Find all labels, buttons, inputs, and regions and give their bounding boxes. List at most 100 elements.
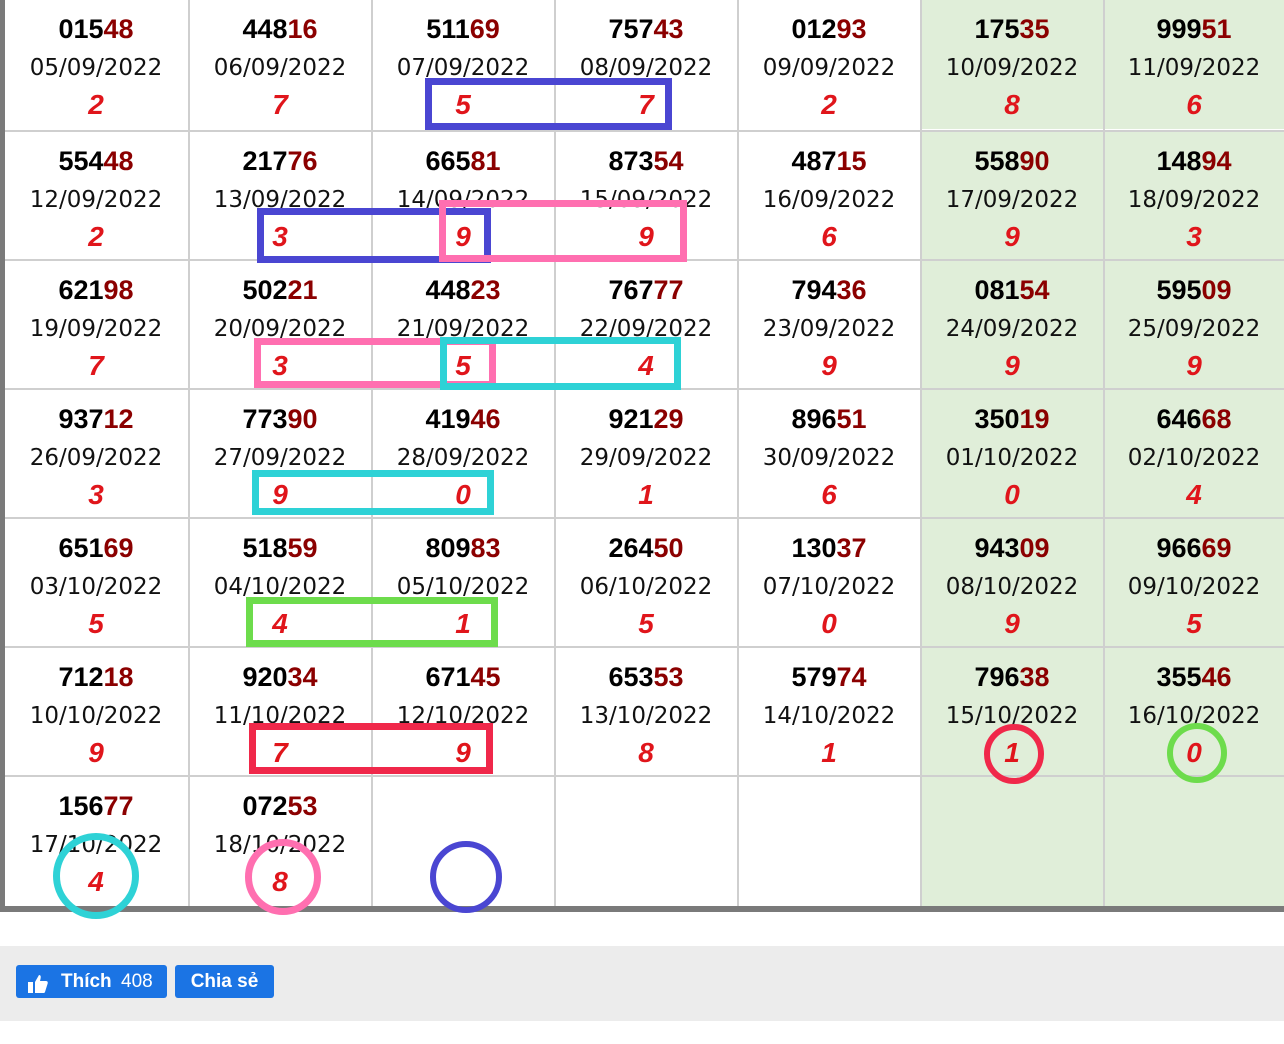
result-number: 13037	[738, 532, 920, 564]
result-number: 80983	[372, 532, 554, 564]
result-number-head: 621	[58, 275, 104, 305]
result-number: 76777	[555, 274, 737, 306]
result-cell	[738, 777, 920, 906]
result-cell: 99951 11/09/2022 6	[1104, 0, 1284, 129]
result-number-tail: 81	[470, 146, 501, 176]
result-number-tail: 37	[836, 533, 867, 563]
result-number: 87354	[555, 145, 737, 177]
result-cell: 71218 10/10/2022 9	[5, 648, 187, 777]
result-number: 59509	[1104, 274, 1284, 306]
result-number-head: 081	[974, 275, 1020, 305]
result-number: 01293	[738, 13, 920, 45]
grid-divider	[0, 775, 1284, 777]
like-button[interactable]: Thích 408	[16, 965, 167, 998]
result-number: 65353	[555, 661, 737, 693]
result-number-tail: 48	[103, 146, 134, 176]
result-number-head: 558	[974, 146, 1020, 176]
result-date: 12/09/2022	[29, 187, 163, 213]
result-number-tail: 34	[287, 662, 318, 692]
thumbs-up-icon	[27, 972, 49, 993]
result-number: 79638	[921, 661, 1103, 693]
grid-divider	[188, 0, 190, 906]
result-digit: 6	[821, 221, 837, 252]
result-digit: 0	[821, 608, 837, 639]
like-label: Thích	[61, 971, 112, 992]
result-number: 65169	[5, 532, 187, 564]
result-cell: 55448 12/09/2022 2	[5, 132, 187, 261]
result-cell	[1104, 777, 1284, 906]
highlight-box	[249, 723, 493, 774]
result-number-tail: 38	[1019, 662, 1050, 692]
result-number: 51859	[189, 532, 371, 564]
result-cell: 92129 29/09/2022 1	[555, 390, 737, 519]
share-button[interactable]: Chia sẻ	[175, 965, 274, 998]
result-number: 08154	[921, 274, 1103, 306]
result-date: 08/10/2022	[945, 574, 1079, 600]
result-number: 92129	[555, 403, 737, 435]
result-cell: 59509 25/09/2022 9	[1104, 261, 1284, 390]
result-cell	[555, 777, 737, 906]
result-number: 71218	[5, 661, 187, 693]
result-date: 10/09/2022	[945, 55, 1079, 81]
result-number-tail: 36	[836, 275, 867, 305]
result-digit: 9	[1186, 350, 1202, 381]
result-digit: 5	[1186, 608, 1202, 639]
result-date: 03/10/2022	[29, 574, 163, 600]
table-frame	[0, 0, 5, 912]
result-cell: 14894 18/09/2022 3	[1104, 132, 1284, 261]
result-number-tail: 98	[103, 275, 134, 305]
result-number: 35019	[921, 403, 1103, 435]
result-number-head: 518	[242, 533, 288, 563]
result-date: 29/09/2022	[579, 445, 713, 471]
result-digit: 9	[1004, 221, 1020, 252]
result-number-head: 502	[242, 275, 288, 305]
result-number-tail: 51	[1201, 14, 1232, 44]
result-cell: 65353 13/10/2022 8	[555, 648, 737, 777]
social-bar: Thích 408 Chia sẻ	[0, 946, 1284, 1021]
result-date: 18/09/2022	[1127, 187, 1261, 213]
result-number: 55448	[5, 145, 187, 177]
result-cell: 89651 30/09/2022 6	[738, 390, 920, 519]
highlight-box	[439, 200, 687, 262]
result-number: 41946	[372, 403, 554, 435]
result-cell: 44816 06/09/2022 7	[189, 0, 371, 129]
result-number-head: 012	[791, 14, 837, 44]
result-number-tail: 90	[1019, 146, 1050, 176]
share-label: Chia sẻ	[190, 971, 259, 992]
result-digit: 9	[821, 350, 837, 381]
result-digit: 5	[88, 608, 104, 639]
result-digit: 6	[821, 479, 837, 510]
result-number-head: 873	[608, 146, 654, 176]
result-number-head: 943	[974, 533, 1020, 563]
result-number-head: 217	[242, 146, 288, 176]
result-number-head: 148	[1156, 146, 1202, 176]
result-number-head: 264	[608, 533, 654, 563]
highlight-box	[440, 337, 681, 390]
grid-divider	[737, 0, 739, 906]
result-number-head: 579	[791, 662, 837, 692]
result-number-tail: 09	[1201, 275, 1232, 305]
result-number: 15677	[5, 790, 187, 822]
result-cell: 01548 05/09/2022 2	[5, 0, 187, 129]
result-number: 14894	[1104, 145, 1284, 177]
result-number: 26450	[555, 532, 737, 564]
result-number-head: 651	[58, 533, 104, 563]
result-number: 50221	[189, 274, 371, 306]
result-number-head: 355	[1156, 662, 1202, 692]
result-number-tail: 94	[1201, 146, 1232, 176]
result-number: 01548	[5, 13, 187, 45]
result-number-tail: 69	[469, 14, 500, 44]
result-number-head: 595	[1156, 275, 1202, 305]
highlight-box	[252, 470, 494, 515]
result-number-tail: 83	[470, 533, 501, 563]
result-number: 44816	[189, 13, 371, 45]
result-number-head: 448	[242, 14, 288, 44]
result-digit: 9	[88, 737, 104, 768]
result-number-head: 653	[608, 662, 654, 692]
result-date: 10/10/2022	[29, 703, 163, 729]
result-digit: 8	[638, 737, 654, 768]
result-number-tail: 54	[1019, 275, 1050, 305]
result-number: 35546	[1104, 661, 1284, 693]
result-digit: 5	[638, 608, 654, 639]
result-date: 27/09/2022	[213, 445, 347, 471]
